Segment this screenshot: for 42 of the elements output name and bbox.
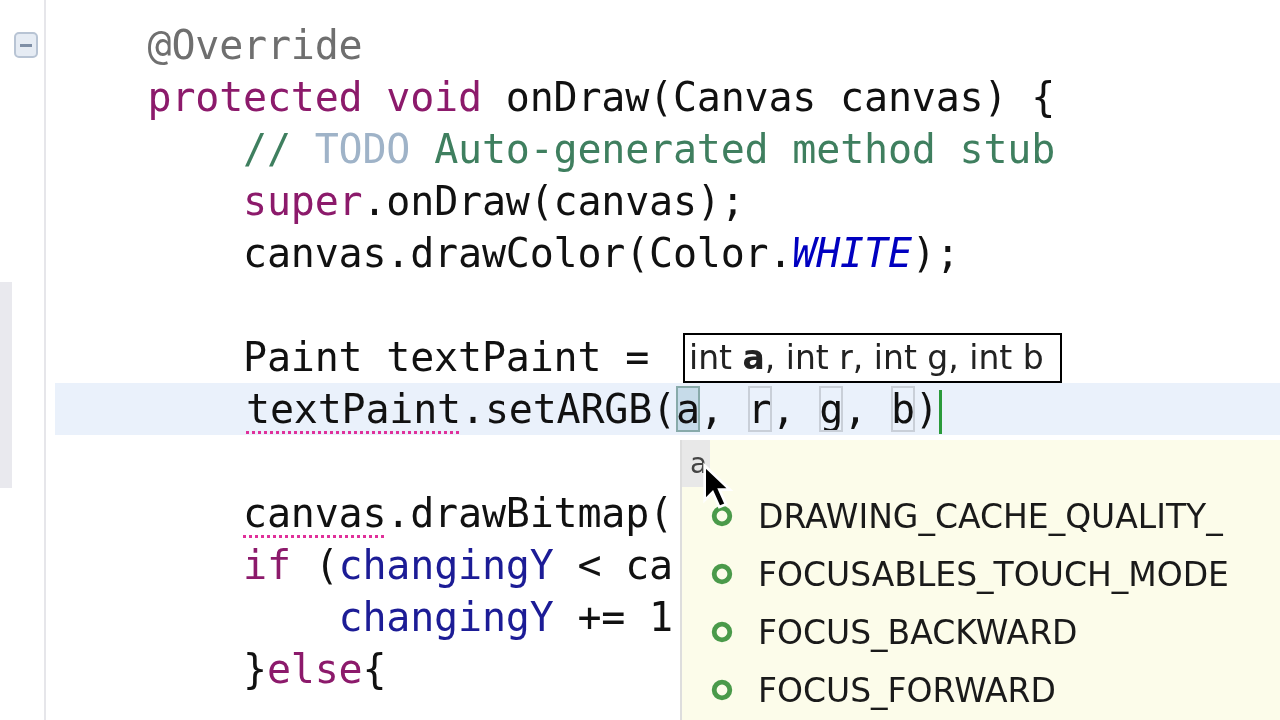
field-icon [710,678,734,702]
code-token: super [243,178,363,224]
parameter-field[interactable]: a [675,386,700,432]
code-token: changingY [338,542,554,588]
code-token: Paint textPaint = [243,334,651,380]
parameter-hint: int a, int r, int g, int b [683,333,1062,383]
parameter-field[interactable]: b [890,386,915,432]
code-token: .drawBitmap( [386,490,673,536]
code-token: { [362,646,387,692]
code-token: , [843,386,869,432]
code-token: += 1 [577,594,673,640]
code-token: < ca [577,542,673,588]
code-comment: Auto-generated method stub [434,126,1056,172]
code-token: protected void [147,74,483,120]
code-token: ) [914,386,939,432]
completion-item[interactable]: FOCUS_BACKWARD [682,603,1280,661]
code-token: else [266,646,363,692]
code-token: ( [314,542,339,588]
code-token: } [243,646,267,692]
code-comment: TODO [314,126,411,172]
code-token: .setARGB( [461,386,676,432]
field-icon [710,504,734,528]
code-token: .onDraw(canvas); [362,178,745,224]
parameter-field[interactable]: r [747,386,772,432]
completion-item[interactable]: FOCUS_FORWARD [682,661,1280,719]
collapse-icon[interactable] [14,32,38,58]
code-token: onDraw(Canvas canvas) { [505,74,1056,120]
field-icon [710,562,734,586]
field-icon [710,620,734,644]
code-token: @Override [147,22,363,68]
code-token: if [243,542,291,588]
code-token: canvas [243,490,387,536]
code-token: ); [911,230,960,276]
code-comment: // [243,126,292,172]
code-token: , [699,386,725,432]
code-token: changingY [338,594,554,640]
code-token: WHITE [792,230,912,276]
completion-item[interactable]: FOCUSABLES_TOUCH_MODE [682,545,1280,603]
code-token: canvas.drawColor(Color. [243,230,793,276]
code-token: , [771,386,797,432]
completion-item[interactable]: DRAWING_CACHE_QUALITY_ [682,487,1280,545]
code-token: textPaint [246,386,461,432]
